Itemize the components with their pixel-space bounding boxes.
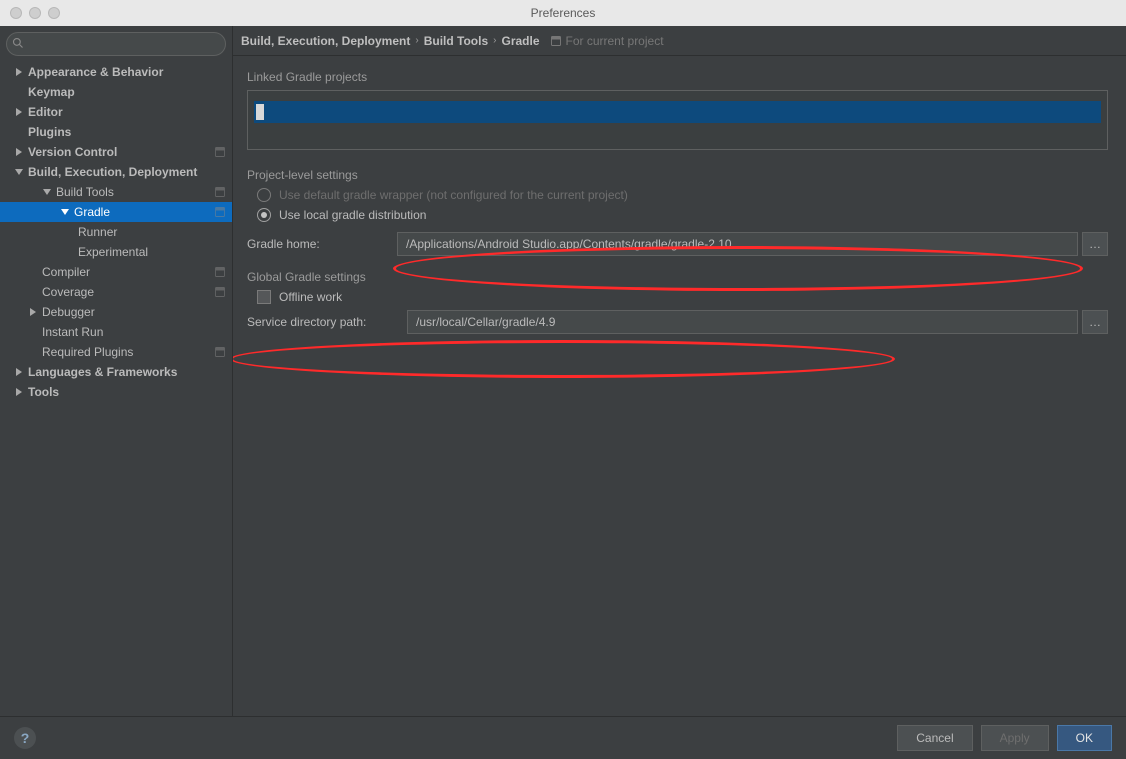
sidebar-item-appearance-behavior[interactable]: Appearance & Behavior: [0, 62, 232, 82]
sidebar-item-debugger[interactable]: Debugger: [0, 302, 232, 322]
sidebar-item-coverage[interactable]: Coverage: [0, 282, 232, 302]
linked-project-row[interactable]: [254, 101, 1101, 123]
global-settings-label: Global Gradle settings: [247, 270, 1108, 284]
sidebar-item-label: Tools: [28, 385, 59, 399]
breadcrumb-scope: For current project: [550, 34, 664, 48]
sidebar-item-label: Keymap: [28, 85, 75, 99]
chevron-right-icon: [14, 147, 24, 157]
use-default-wrapper-label: Use default gradle wrapper (not configur…: [279, 188, 628, 202]
sidebar-item-label: Experimental: [78, 245, 148, 259]
sidebar-item-build-execution-deployment[interactable]: Build, Execution, Deployment: [0, 162, 232, 182]
breadcrumb-item: Gradle: [501, 34, 539, 48]
sidebar-item-languages-frameworks[interactable]: Languages & Frameworks: [0, 362, 232, 382]
sidebar-item-label: Debugger: [42, 305, 95, 319]
sidebar-item-gradle[interactable]: Gradle: [0, 202, 232, 222]
linked-projects-label: Linked Gradle projects: [247, 70, 1108, 84]
sidebar-item-label: Version Control: [28, 145, 117, 159]
chevron-right-icon: [14, 107, 24, 117]
service-directory-label: Service directory path:: [247, 315, 407, 329]
main-panel: Build, Execution, Deployment › Build Too…: [233, 26, 1126, 716]
chevron-down-icon: [42, 187, 52, 197]
browse-service-directory-button[interactable]: …: [1082, 310, 1108, 334]
sidebar-item-label: Appearance & Behavior: [28, 65, 163, 79]
service-directory-input[interactable]: [407, 310, 1078, 334]
close-window-icon[interactable]: [10, 7, 22, 19]
help-icon: ?: [21, 730, 30, 746]
annotation-service-directory: [233, 340, 895, 378]
ellipsis-icon: …: [1089, 237, 1101, 251]
sidebar-item-required-plugins[interactable]: Required Plugins: [0, 342, 232, 362]
chevron-right-icon: [28, 307, 38, 317]
project-icon: [214, 186, 226, 198]
project-settings-label: Project-level settings: [247, 168, 1108, 182]
apply-button[interactable]: Apply: [981, 725, 1049, 751]
sidebar-item-build-tools[interactable]: Build Tools: [0, 182, 232, 202]
search-icon: [12, 37, 24, 49]
chevron-right-icon: [14, 67, 24, 77]
zoom-window-icon[interactable]: [48, 7, 60, 19]
settings-content: Linked Gradle projects Project-level set…: [233, 56, 1126, 716]
sidebar-item-plugins[interactable]: Plugins: [0, 122, 232, 142]
minimize-window-icon[interactable]: [29, 7, 41, 19]
offline-work-label: Offline work: [279, 290, 342, 304]
sidebar-item-version-control[interactable]: Version Control: [0, 142, 232, 162]
chevron-right-icon: ›: [493, 35, 496, 46]
sidebar-item-label: Instant Run: [42, 325, 103, 339]
project-icon: [214, 146, 226, 158]
settings-sidebar: Appearance & Behavior Keymap Editor Plugins…: [0, 26, 233, 716]
gradle-home-label: Gradle home:: [247, 237, 397, 251]
chevron-right-icon: [14, 387, 24, 397]
breadcrumb: Build, Execution, Deployment › Build Too…: [233, 26, 1126, 56]
sidebar-item-label: Runner: [78, 225, 117, 239]
sidebar-item-label: Coverage: [42, 285, 94, 299]
use-default-wrapper-radio[interactable]: [257, 188, 271, 202]
sidebar-item-label: Required Plugins: [42, 345, 133, 359]
chevron-down-icon: [60, 207, 70, 217]
chevron-right-icon: [14, 367, 24, 377]
linked-projects-list[interactable]: [247, 90, 1108, 150]
window-controls: [10, 7, 60, 19]
project-icon: [214, 266, 226, 278]
settings-tree: Appearance & Behavior Keymap Editor Plugins…: [0, 62, 232, 716]
edit-cursor-icon: [256, 104, 264, 120]
sidebar-item-keymap[interactable]: Keymap: [0, 82, 232, 102]
ellipsis-icon: …: [1089, 315, 1101, 329]
search-input[interactable]: [6, 32, 226, 56]
browse-gradle-home-button[interactable]: …: [1082, 232, 1108, 256]
sidebar-item-label: Compiler: [42, 265, 90, 279]
project-icon: [214, 346, 226, 358]
sidebar-item-compiler[interactable]: Compiler: [0, 262, 232, 282]
sidebar-item-label: Editor: [28, 105, 63, 119]
project-icon: [550, 35, 562, 47]
sidebar-item-tools[interactable]: Tools: [0, 382, 232, 402]
window-title: Preferences: [0, 6, 1126, 20]
sidebar-item-label: Languages & Frameworks: [28, 365, 177, 379]
ok-button[interactable]: OK: [1057, 725, 1112, 751]
cancel-button[interactable]: Cancel: [897, 725, 972, 751]
project-icon: [214, 206, 226, 218]
sidebar-item-editor[interactable]: Editor: [0, 102, 232, 122]
sidebar-item-runner[interactable]: Runner: [0, 222, 232, 242]
sidebar-item-label: Build, Execution, Deployment: [28, 165, 197, 179]
chevron-right-icon: ›: [415, 35, 418, 46]
chevron-down-icon: [14, 167, 24, 177]
titlebar: Preferences: [0, 0, 1126, 26]
use-local-distribution-label: Use local gradle distribution: [279, 208, 426, 222]
dialog-footer: ? Cancel Apply OK: [0, 716, 1126, 759]
use-local-distribution-radio[interactable]: [257, 208, 271, 222]
offline-work-checkbox[interactable]: [257, 290, 271, 304]
sidebar-item-label: Plugins: [28, 125, 71, 139]
gradle-home-input[interactable]: [397, 232, 1078, 256]
sidebar-item-label: Build Tools: [56, 185, 114, 199]
breadcrumb-item[interactable]: Build Tools: [424, 34, 488, 48]
help-button[interactable]: ?: [14, 727, 36, 749]
sidebar-item-experimental[interactable]: Experimental: [0, 242, 232, 262]
sidebar-item-label: Gradle: [74, 205, 110, 219]
breadcrumb-item[interactable]: Build, Execution, Deployment: [241, 34, 410, 48]
project-icon: [214, 286, 226, 298]
sidebar-item-instant-run[interactable]: Instant Run: [0, 322, 232, 342]
